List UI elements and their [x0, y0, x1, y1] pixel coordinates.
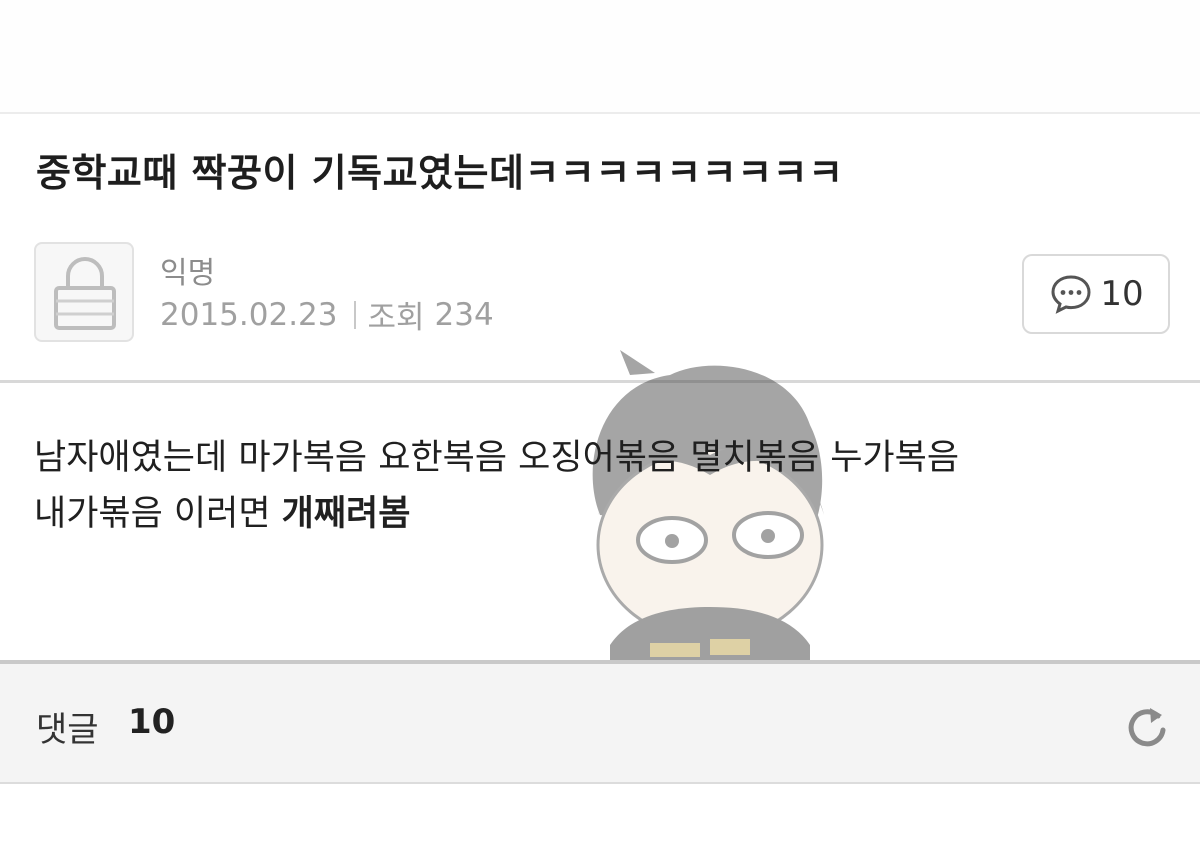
post-body-emphasis: 개째려봄: [281, 493, 411, 534]
comment-count: 10: [1100, 274, 1144, 314]
post-date: 2015.02.23: [160, 296, 338, 333]
refresh-icon[interactable]: [1120, 700, 1174, 754]
author-name: 익명: [160, 256, 216, 291]
meta-separator: [353, 300, 356, 329]
speech-bubble-icon: [1051, 275, 1091, 314]
views-label: 조회: [367, 300, 425, 336]
post-body-line-2-prefix: 내가볶음 이러면: [34, 494, 282, 534]
avatar[interactable]: [34, 242, 134, 342]
views-count: 234: [434, 296, 494, 333]
post-title: 중학교때 짝꿍이 기독교였는데ㅋㅋㅋㅋㅋㅋㅋㅋㅋ: [36, 151, 844, 195]
comment-count-button[interactable]: 10: [1022, 254, 1170, 334]
top-divider: [0, 112, 1200, 114]
post-body-line-1: 남자애였는데 마가복음 요한복음 오징어볶음 멸치볶음 누가복음: [34, 438, 960, 478]
post-body-line-2: 내가볶음 이러면 개째려봄: [34, 486, 1164, 542]
lock-icon: [54, 257, 116, 330]
comments-label: 댓글: [36, 710, 99, 750]
comments-bar[interactable]: 댓글 10: [0, 664, 1200, 784]
top-spacer: [0, 0, 1200, 112]
post-body: 남자애였는데 마가복음 요한복음 오징어볶음 멸치볶음 누가복음 내가볶음 이러…: [34, 430, 1164, 542]
comments-count: 10: [128, 702, 176, 742]
post-meta: 2015.02.23 조회 234: [160, 292, 494, 337]
